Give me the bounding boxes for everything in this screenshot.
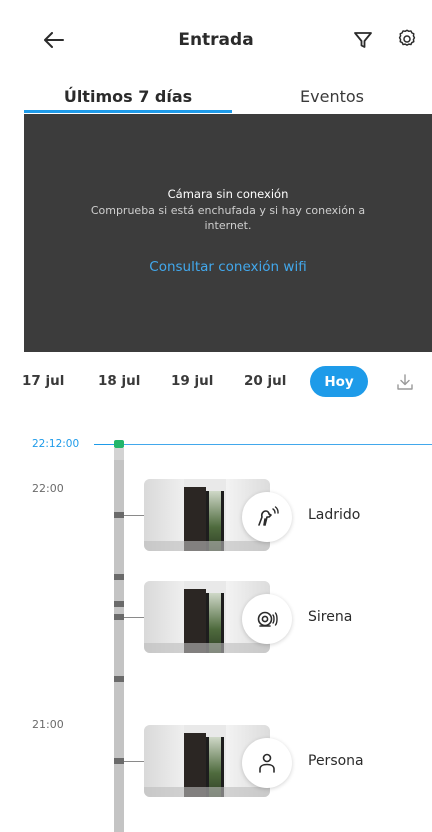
current-time-line — [94, 444, 114, 445]
gear-icon — [398, 29, 416, 46]
app-header: Entrada — [0, 0, 432, 78]
event-row[interactable]: Persona — [124, 725, 432, 797]
event-label: Ladrido — [308, 507, 361, 523]
tab-last-7-days[interactable]: Últimos 7 días — [24, 78, 232, 114]
camera-offline-description: Comprueba si está enchufada y si hay con… — [90, 204, 366, 232]
event-label: Persona — [308, 753, 364, 769]
event-type-badge — [242, 492, 292, 542]
event-type-badge — [242, 594, 292, 644]
date-item[interactable]: 19 jul — [171, 373, 213, 389]
event-timeline[interactable]: 22:12:00 22:00 21:00 Ladrido Sirena Pers… — [0, 400, 432, 832]
siren-icon — [257, 611, 278, 627]
date-item[interactable]: 20 jul — [244, 373, 286, 389]
date-item[interactable]: 18 jul — [98, 373, 140, 389]
event-type-badge — [242, 738, 292, 788]
tab-bar: Últimos 7 días Eventos — [0, 78, 432, 114]
timeline-tick — [114, 614, 124, 620]
event-connector — [124, 515, 144, 516]
camera-offline-title: Cámara sin conexión — [167, 187, 289, 201]
timeline-tick — [114, 512, 124, 518]
download-button[interactable] — [393, 370, 417, 394]
date-today[interactable]: Hoy — [310, 366, 368, 397]
camera-preview: Cámara sin conexión Comprueba si está en… — [24, 114, 432, 352]
current-time-line — [124, 444, 432, 445]
person-icon — [259, 753, 275, 773]
settings-button[interactable] — [392, 24, 422, 54]
hour-label: 22:00 — [32, 482, 64, 495]
hour-label: 21:00 — [32, 718, 64, 731]
dog-bark-icon — [258, 506, 279, 526]
timeline-tick — [114, 758, 124, 764]
date-selector: 17 jul 18 jul 19 jul 20 jul Hoy — [0, 366, 432, 400]
event-label: Sirena — [308, 609, 353, 625]
check-wifi-link[interactable]: Consultar conexión wifi — [24, 259, 432, 275]
current-time-marker — [114, 440, 124, 448]
current-time-label: 22:12:00 — [32, 438, 80, 450]
event-connector — [124, 761, 144, 762]
filter-button[interactable] — [349, 26, 377, 54]
date-item[interactable]: 17 jul — [22, 373, 64, 389]
tab-events[interactable]: Eventos — [232, 78, 432, 114]
event-row[interactable]: Sirena — [124, 581, 432, 653]
timeline-tick — [114, 601, 124, 607]
filter-icon — [354, 32, 372, 48]
timeline-tick — [114, 574, 124, 580]
timeline-tick — [114, 676, 124, 682]
active-tab-indicator — [24, 110, 232, 113]
event-connector — [124, 617, 144, 618]
event-row[interactable]: Ladrido — [124, 479, 432, 551]
download-icon — [397, 374, 413, 390]
